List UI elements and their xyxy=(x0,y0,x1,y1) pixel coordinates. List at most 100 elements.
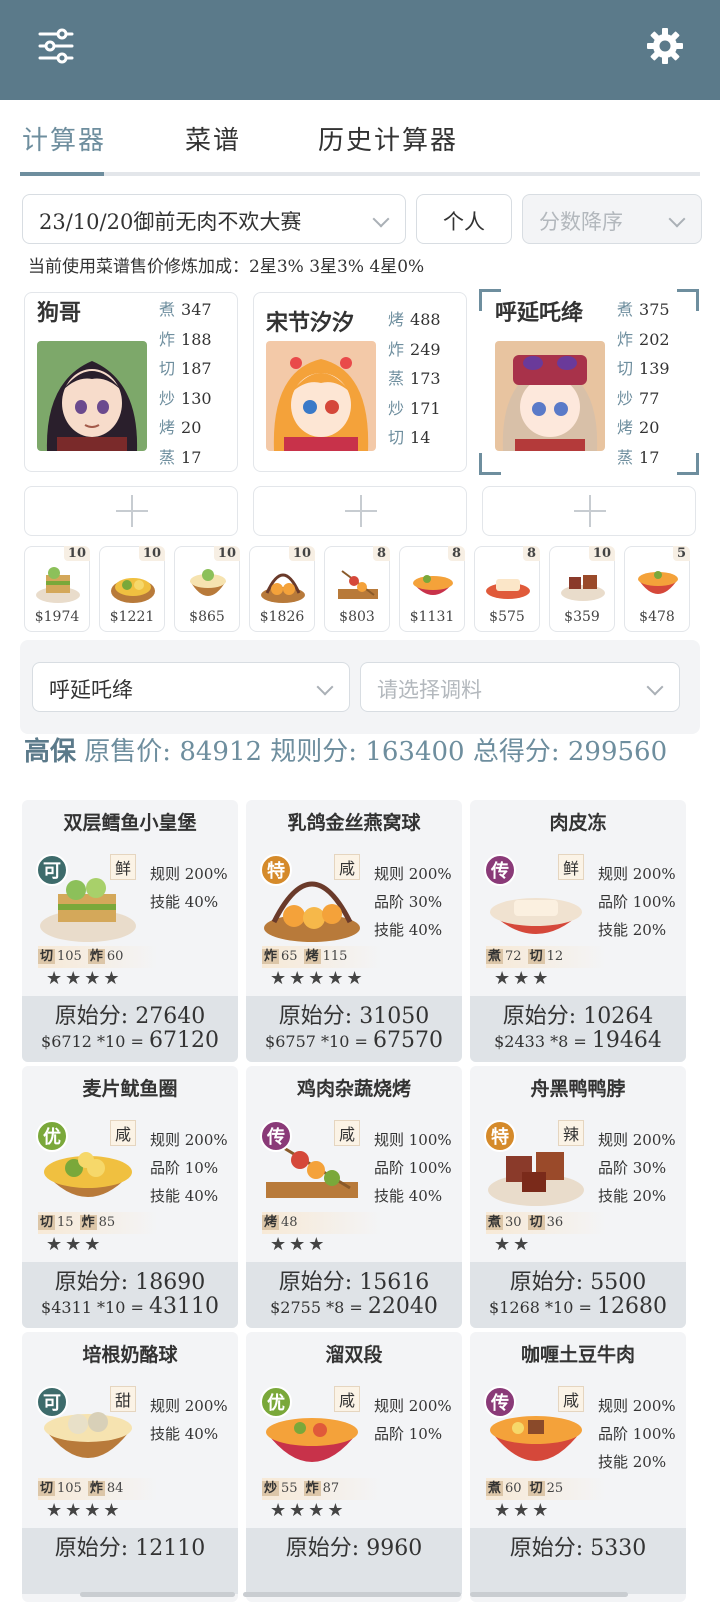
dish-slot[interactable]: 10 $1974 xyxy=(24,546,90,632)
skill-tags: 炒 55 炸 87 xyxy=(262,1478,382,1500)
recipe-card[interactable]: 鸡肉杂蔬烧烤 传 咸 规则 100% 品阶 100% 技能 40% 烤 48 ★★★ … xyxy=(246,1066,462,1328)
rarity-stars: ★★★ xyxy=(46,1234,104,1255)
skill-tags: 煮 72 切 12 xyxy=(486,946,606,968)
skill-tag-value: 36 xyxy=(546,1215,564,1230)
price-calc: $2433 *8 = 19464 xyxy=(470,1028,686,1053)
recipe-card[interactable]: 乳鸽金丝燕窝球 特 咸 规则 200% 品阶 30% 技能 40% 炸 65 烤 115 … xyxy=(246,800,462,1062)
recipe-rules: 规则 200% 品阶 10% xyxy=(374,1392,452,1448)
skill-label: 炸 xyxy=(388,339,405,359)
chef-card-2[interactable]: 宋节汐汐 烤 488 炸 249 蒸 173 炒 171 切 14 xyxy=(253,292,467,472)
chef-config-panel: 呼延吒绛 请选择调料 xyxy=(20,640,700,734)
chef-portrait xyxy=(266,341,376,451)
skill-label: 炒 xyxy=(159,388,176,408)
dish-slot[interactable]: 10 $865 xyxy=(174,546,240,632)
sliders-icon[interactable] xyxy=(36,26,76,66)
skill-tag-label: 切 xyxy=(38,949,56,964)
add-equipment-button[interactable] xyxy=(482,486,696,536)
dish-slot[interactable]: 10 $1826 xyxy=(249,546,315,632)
skill-tags: 煮 30 切 36 xyxy=(486,1212,606,1234)
taste-tag: 咸 xyxy=(334,1120,361,1146)
dish-count: 10 xyxy=(288,546,315,561)
dish-slot[interactable]: 8 $575 xyxy=(474,546,540,632)
skill-tag-label: 煮 xyxy=(486,949,504,964)
dish-slot[interactable]: 8 $803 xyxy=(324,546,390,632)
scrollbar[interactable] xyxy=(80,1592,235,1597)
add-equipment-button[interactable] xyxy=(253,486,467,536)
skill-tag-value: 48 xyxy=(281,1215,298,1230)
recipe-card[interactable]: 肉皮冻 传 鲜 规则 200% 品阶 100% 技能 20% 煮 72 切 12 ★★★ … xyxy=(470,800,686,1062)
dish-price: $1974 xyxy=(34,609,80,625)
price-calc: $6757 *10 = 67570 xyxy=(246,1028,462,1053)
rank-badge: 可 xyxy=(36,854,68,886)
scrollbar[interactable] xyxy=(470,1592,628,1597)
recipe-title: 麦片鱿鱼圈 xyxy=(82,1078,178,1100)
raw-score: 原始分: 18690 xyxy=(54,1270,206,1295)
rule-line: 技能 40% xyxy=(150,1187,219,1205)
raw-score: 原始分: 9960 xyxy=(285,1536,423,1561)
recipe-card[interactable]: 舟黑鸭鸭脖 特 辣 规则 200% 品阶 30% 技能 20% 煮 30 切 36 ★★ … xyxy=(470,1066,686,1328)
recipe-rules: 规则 200% 品阶 30% 技能 40% xyxy=(374,860,452,944)
contest-select[interactable]: 23/10/20御前无肉不欢大赛 xyxy=(22,194,406,244)
skill-tag-value: 60 xyxy=(106,949,124,964)
tab-recipes[interactable]: 菜谱 xyxy=(185,120,241,157)
taste-tag: 咸 xyxy=(334,1386,361,1412)
taste-tag: 咸 xyxy=(334,854,361,880)
rule-line: 品阶 30% xyxy=(374,893,443,911)
rule-line: 品阶 30% xyxy=(598,1159,667,1177)
recipe-title: 咖喱土豆牛肉 xyxy=(520,1344,635,1366)
sort-select[interactable]: 分数降序 xyxy=(522,194,702,244)
raw-score: 原始分: 5500 xyxy=(509,1270,647,1295)
chef-card-3[interactable]: 呼延吒绛 煮 375 炸 202 切 139 炒 77 烤 20 蒸 17 xyxy=(479,289,699,475)
dish-slot[interactable]: 5 $478 xyxy=(624,546,690,632)
skill-tag-value: 84 xyxy=(106,1481,124,1496)
raw-score: 原始分: 27640 xyxy=(54,1004,206,1029)
recipe-card[interactable]: 培根奶酪球 可 甜 规则 200% 技能 40% 切 105 炸 84 ★★★★ 原始分… xyxy=(22,1332,238,1602)
dish-slot[interactable]: 10 $359 xyxy=(549,546,615,632)
dish-price: $359 xyxy=(564,609,600,625)
tab-history-calculator[interactable]: 历史计算器 xyxy=(318,120,458,157)
selection-corner xyxy=(677,453,699,475)
scrollbar[interactable] xyxy=(243,1592,461,1597)
recipe-title: 肉皮冻 xyxy=(549,812,607,834)
rule-line: 品阶 100% xyxy=(598,893,676,911)
seasoning-select[interactable]: 请选择调料 xyxy=(360,662,680,712)
recipe-card[interactable]: 双层鳕鱼小皇堡 可 鲜 规则 200% 技能 40% 切 105 炸 60 ★★★★ 原… xyxy=(22,800,238,1062)
skill-tag-value: 72 xyxy=(505,949,522,964)
chef-card-1[interactable]: 狗哥 煮 347 炸 188 切 187 炒 130 烤 20 蒸 17 xyxy=(24,292,238,472)
chef-select[interactable]: 呼延吒绛 xyxy=(32,662,350,712)
chevron-down-icon xyxy=(372,210,390,228)
skill-tags: 烤 48 xyxy=(262,1212,382,1234)
recipe-card[interactable]: 麦片鱿鱼圈 优 咸 规则 200% 品阶 10% 技能 40% 切 15 炸 85 ★★★… xyxy=(22,1066,238,1328)
skill-tag-label: 炒 xyxy=(262,1481,280,1496)
mode-select[interactable]: 个人 xyxy=(416,194,512,244)
raw-score: 原始分: 15616 xyxy=(278,1270,430,1295)
recipe-rules: 规则 200% 技能 40% xyxy=(150,860,228,916)
recipe-score-footer: 原始分: 31050 $6757 *10 = 67570 xyxy=(246,996,462,1062)
rarity-stars: ★★★★ xyxy=(46,968,123,989)
rarity-stars: ★★★★★ xyxy=(270,968,366,989)
skill-value: 20 xyxy=(639,418,660,437)
add-equipment-button[interactable] xyxy=(24,486,238,536)
tab-calculator[interactable]: 计算器 xyxy=(22,120,106,157)
recipe-card[interactable]: 咖喱土豆牛肉 传 咸 规则 200% 品阶 100% 技能 20% 煮 60 切 25 ★… xyxy=(470,1332,686,1602)
gear-icon[interactable] xyxy=(645,26,685,66)
rule-line: 技能 20% xyxy=(598,1453,667,1471)
rank-badge: 优 xyxy=(36,1120,68,1152)
dish-count: 5 xyxy=(672,546,690,561)
skill-tag-value: 115 xyxy=(322,949,348,964)
price-total: 22040 xyxy=(367,1294,438,1319)
recipe-card[interactable]: 溜双段 优 咸 规则 200% 品阶 10% 炒 55 炸 87 ★★★★ 原始分: 9… xyxy=(246,1332,462,1602)
price-total: 43110 xyxy=(148,1294,219,1319)
dish-slot[interactable]: 10 $1221 xyxy=(99,546,165,632)
skill-tag-label: 炸 xyxy=(87,949,105,964)
raw-score: 原始分: 31050 xyxy=(278,1004,430,1029)
dish-slot[interactable]: 8 $1131 xyxy=(399,546,465,632)
recipe-title: 舟黑鸭鸭脖 xyxy=(530,1078,626,1100)
skill-label: 切 xyxy=(617,359,634,378)
chef-portrait xyxy=(37,341,147,451)
rule-line: 规则 200% xyxy=(150,1131,228,1149)
price-formula: $4311 *10 = xyxy=(41,1298,144,1317)
taste-tag: 鲜 xyxy=(558,854,585,880)
skill-tags: 炸 65 烤 115 xyxy=(262,946,382,968)
orig-price-value: 84912 xyxy=(179,737,263,767)
